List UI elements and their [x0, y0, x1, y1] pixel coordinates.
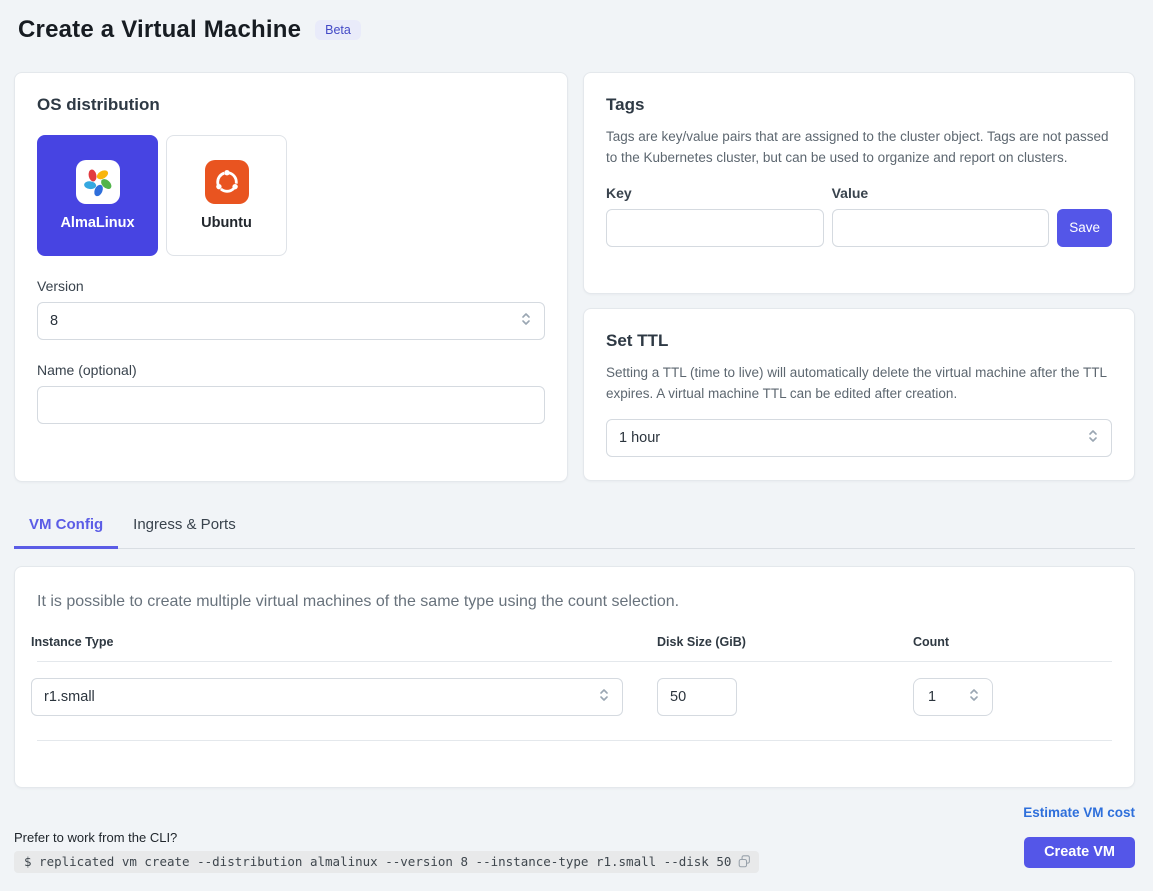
col-instance-type: Instance Type	[15, 635, 641, 661]
cli-command: $ replicated vm create --distribution al…	[14, 851, 759, 873]
tab-ingress-ports[interactable]: Ingress & Ports	[118, 508, 251, 549]
almalinux-logo-icon	[76, 160, 120, 204]
tag-value-input[interactable]	[832, 209, 1050, 247]
col-count: Count	[897, 635, 1134, 661]
save-tag-button[interactable]: Save	[1057, 209, 1112, 247]
os-option-label: Ubuntu	[201, 215, 252, 231]
tag-value-label: Value	[832, 185, 1050, 201]
tag-key-label: Key	[606, 185, 824, 201]
create-vm-button[interactable]: Create VM	[1024, 837, 1135, 868]
panel-note: It is possible to create multiple virtua…	[15, 589, 1134, 611]
instance-type-select[interactable]: r1.small	[31, 678, 623, 716]
page-title: Create a Virtual Machine	[18, 16, 301, 44]
create-vm-page: Create a Virtual Machine Beta OS distrib…	[0, 0, 1153, 891]
chevron-up-down-icon	[598, 687, 610, 707]
tags-card-title: Tags	[606, 95, 1112, 115]
os-options: AlmaLinux U	[37, 135, 545, 256]
table-row: r1.small 1	[15, 662, 1134, 740]
table-header-row: Instance Type Disk Size (GiB) Count	[15, 635, 1134, 661]
footer-row: Prefer to work from the CLI? $ replicate…	[14, 830, 1135, 873]
ttl-select-value: 1 hour	[619, 430, 660, 446]
os-option-label: AlmaLinux	[60, 215, 134, 231]
tag-key-input[interactable]	[606, 209, 824, 247]
tags-card: Tags Tags are key/value pairs that are a…	[583, 72, 1135, 294]
cli-prompt: Prefer to work from the CLI?	[14, 830, 759, 845]
vm-config-panel: It is possible to create multiple virtua…	[14, 566, 1135, 788]
os-option-ubuntu[interactable]: Ubuntu	[166, 135, 287, 256]
count-value: 1	[928, 689, 936, 705]
name-label: Name (optional)	[37, 362, 545, 378]
os-card-title: OS distribution	[37, 95, 545, 115]
version-select-value: 8	[50, 313, 58, 329]
name-input[interactable]	[37, 386, 545, 424]
copy-icon[interactable]	[738, 855, 751, 868]
config-tabs: VM Config Ingress & Ports	[14, 508, 1135, 549]
set-ttl-card: Set TTL Setting a TTL (time to live) wil…	[583, 308, 1135, 481]
version-label: Version	[37, 278, 545, 294]
ttl-description: Setting a TTL (time to live) will automa…	[606, 363, 1112, 405]
cli-command-text: $ replicated vm create --distribution al…	[24, 854, 731, 869]
ubuntu-logo-icon	[205, 160, 249, 204]
beta-badge: Beta	[315, 20, 361, 41]
cli-block: Prefer to work from the CLI? $ replicate…	[14, 830, 759, 873]
col-disk-size: Disk Size (GiB)	[641, 635, 897, 661]
chevron-up-down-icon	[1087, 428, 1099, 448]
disk-size-input[interactable]	[657, 678, 737, 716]
os-option-almalinux[interactable]: AlmaLinux	[37, 135, 158, 256]
ttl-card-title: Set TTL	[606, 331, 1112, 351]
instance-type-value: r1.small	[44, 689, 95, 705]
page-header: Create a Virtual Machine Beta	[14, 14, 1135, 44]
tab-vm-config[interactable]: VM Config	[14, 508, 118, 549]
os-distribution-card: OS distribution AlmaLinux	[14, 72, 568, 482]
table-divider	[37, 740, 1112, 741]
chevron-up-down-icon	[520, 311, 532, 331]
ttl-select[interactable]: 1 hour	[606, 419, 1112, 457]
tags-description: Tags are key/value pairs that are assign…	[606, 127, 1112, 169]
count-stepper[interactable]: 1	[913, 678, 993, 716]
estimate-vm-cost-link[interactable]: Estimate VM cost	[1023, 805, 1135, 820]
estimate-row: Estimate VM cost	[14, 804, 1135, 822]
vm-table: Instance Type Disk Size (GiB) Count r1.s…	[15, 635, 1134, 741]
version-select[interactable]: 8	[37, 302, 545, 340]
chevron-up-down-icon	[968, 687, 980, 707]
